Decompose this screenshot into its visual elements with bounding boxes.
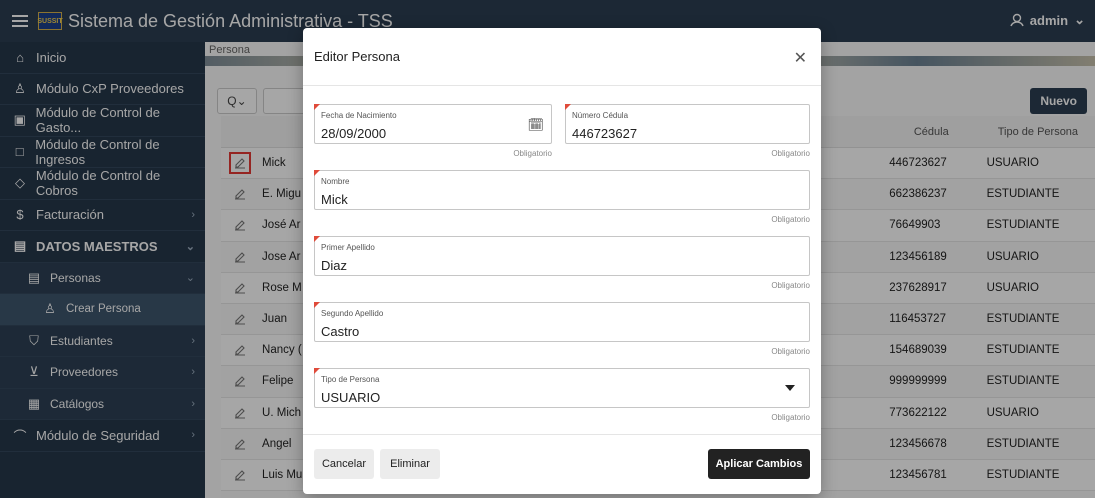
required-hint: Obligatorio — [771, 347, 810, 356]
editor-persona-dialog: Editor Persona ✕ Fecha de Nacimiento 28/… — [303, 28, 821, 494]
calendar-icon[interactable]: 🗓 — [527, 117, 544, 133]
field-value: 446723627 — [572, 126, 638, 141]
apply-changes-button[interactable]: Aplicar Cambios — [708, 449, 810, 479]
field-label: Segundo Apellido — [321, 309, 384, 318]
delete-button[interactable]: Eliminar — [380, 449, 440, 479]
dialog-title: Editor Persona — [314, 49, 400, 64]
field-value: Mick — [321, 192, 348, 207]
field-value: Castro — [321, 324, 360, 339]
required-hint: Obligatorio — [771, 281, 810, 290]
fecha-nacimiento-field[interactable]: Fecha de Nacimiento 28/09/2000 🗓 — [314, 104, 552, 144]
numero-cedula-field[interactable]: Número Cédula 446723627 — [565, 104, 810, 144]
dialog-footer: Cancelar Eliminar Aplicar Cambios — [303, 434, 821, 494]
required-hint: Obligatorio — [771, 413, 810, 422]
nombre-field[interactable]: Nombre Mick — [314, 170, 810, 210]
required-hint: Obligatorio — [771, 149, 810, 158]
primer-apellido-field[interactable]: Primer Apellido Diaz — [314, 236, 810, 276]
tipo-persona-select[interactable]: Tipo de Persona USUARIO — [314, 368, 810, 408]
field-value: USUARIO — [321, 390, 381, 405]
caret-down-icon — [785, 385, 795, 391]
dialog-header: Editor Persona ✕ — [303, 28, 821, 86]
required-hint: Obligatorio — [513, 149, 552, 158]
field-value: 28/09/2000 — [321, 126, 387, 141]
field-value: Diaz — [321, 258, 348, 273]
required-hint: Obligatorio — [771, 215, 810, 224]
field-label: Nombre — [321, 177, 350, 186]
field-label: Primer Apellido — [321, 243, 375, 252]
segundo-apellido-field[interactable]: Segundo Apellido Castro — [314, 302, 810, 342]
field-label: Tipo de Persona — [321, 375, 380, 384]
field-label: Fecha de Nacimiento — [321, 111, 397, 120]
cancel-button[interactable]: Cancelar — [314, 449, 374, 479]
close-icon[interactable]: ✕ — [794, 48, 807, 68]
field-label: Número Cédula — [572, 111, 629, 120]
